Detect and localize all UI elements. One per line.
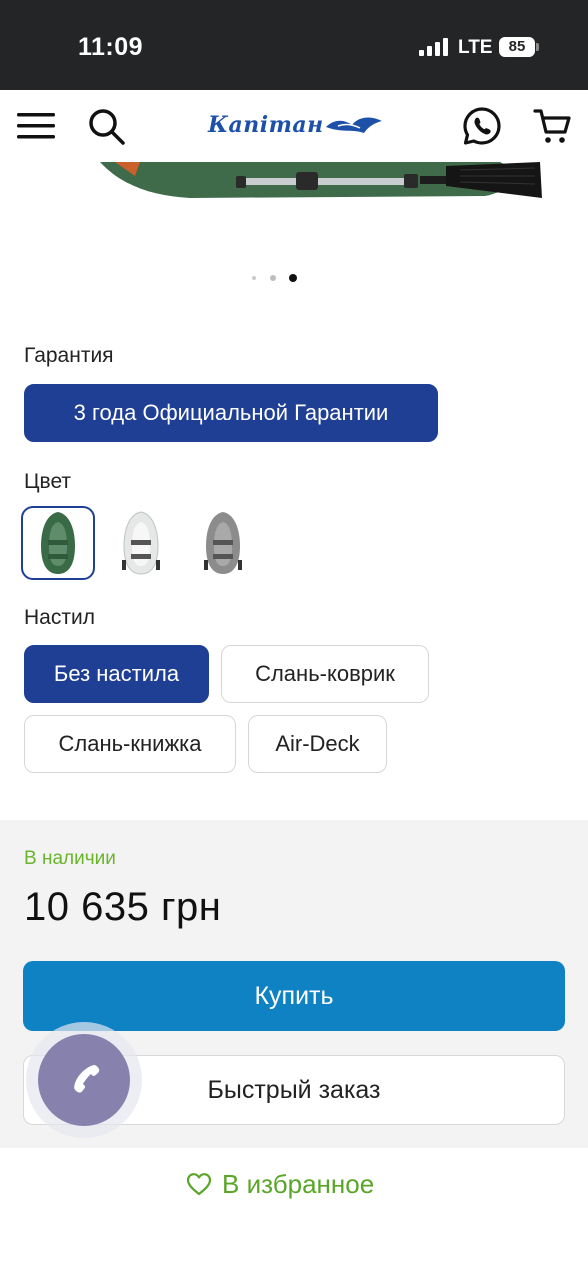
battery-tip xyxy=(536,43,539,51)
status-bar: 11:09 LTE 85 xyxy=(0,0,588,90)
cart-icon[interactable] xyxy=(530,104,574,148)
add-to-favorites[interactable]: В избранное xyxy=(186,1164,374,1204)
favorite-label: В избранное xyxy=(222,1168,375,1199)
floor-option-mat[interactable]: Слань-коврик xyxy=(221,645,429,703)
logo-text: Капітан xyxy=(208,112,324,138)
color-swatch-grey[interactable] xyxy=(186,506,260,580)
gallery-dot[interactable] xyxy=(270,275,276,281)
gallery-dot-active[interactable] xyxy=(289,274,297,282)
warranty-option[interactable]: 3 года Официальной Гарантии xyxy=(24,384,438,442)
status-time: 11:09 xyxy=(78,33,144,61)
network-type: LTE xyxy=(458,37,493,58)
color-swatch-green[interactable] xyxy=(21,506,95,580)
call-button[interactable] xyxy=(38,1034,130,1126)
gallery-pagination xyxy=(250,273,310,283)
search-icon[interactable] xyxy=(84,104,128,148)
floor-option-book[interactable]: Слань-книжка xyxy=(24,715,236,773)
floor-option-none[interactable]: Без настила xyxy=(24,645,209,703)
menu-icon[interactable] xyxy=(14,104,58,148)
buy-button[interactable]: Купить xyxy=(23,961,565,1031)
color-label: Цвет xyxy=(24,470,72,493)
site-logo[interactable]: Капітан xyxy=(208,110,384,140)
phone-icon xyxy=(74,1065,100,1093)
floor-label: Настил xyxy=(24,606,95,629)
logo-wave-icon xyxy=(325,117,382,133)
battery-icon: 85 xyxy=(499,37,535,57)
floor-option-airdeck[interactable]: Air-Deck xyxy=(248,715,387,773)
price: 10 635 грн xyxy=(24,885,222,929)
stock-status: В наличии xyxy=(24,848,116,869)
heart-icon xyxy=(186,1173,212,1196)
product-image[interactable] xyxy=(0,162,588,248)
gallery-dot[interactable] xyxy=(252,276,256,280)
warranty-label: Гарантия xyxy=(24,344,114,367)
signal-icon xyxy=(419,38,449,56)
viber-phone-icon[interactable] xyxy=(460,104,504,148)
color-swatch-white[interactable] xyxy=(104,506,178,580)
site-header: Капітан xyxy=(0,90,588,162)
